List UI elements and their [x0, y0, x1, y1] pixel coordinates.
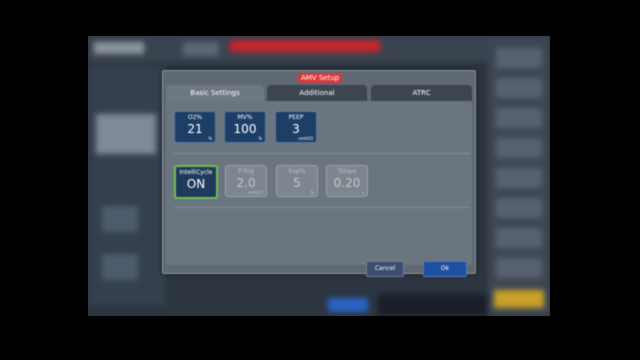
background-right-button	[496, 198, 542, 218]
mv-value: 100	[233, 122, 257, 136]
exp-percent-button[interactable]: Exp% 5 %	[276, 165, 318, 197]
o2-value: 21	[187, 122, 203, 136]
peep-button[interactable]: PEEP 3 cmH2O	[275, 111, 317, 143]
tab-basic-settings[interactable]: Basic Settings	[166, 85, 264, 101]
tslope-button[interactable]: Tslope 0.20 s	[326, 165, 368, 197]
p-trig-value: 2.0	[236, 176, 256, 190]
background-right-button	[496, 138, 542, 158]
background-logo	[94, 42, 144, 54]
cancel-button[interactable]: Cancel	[366, 261, 404, 277]
tslope-unit: s	[361, 190, 364, 195]
background-right-button	[496, 228, 542, 248]
background-right-panel	[488, 36, 550, 316]
peep-label: PEEP	[288, 114, 304, 121]
tslope-label: Tslope	[337, 168, 357, 175]
tslope-value: 0.20	[333, 176, 361, 190]
p-trig-button[interactable]: P-Trig 2.0 cmH2O	[225, 165, 267, 197]
background-yellow-button	[494, 290, 544, 308]
section-divider	[174, 207, 470, 208]
mv-unit: %	[258, 136, 262, 141]
dialog-title: AMV Setup	[298, 73, 343, 83]
background-right-button	[496, 258, 542, 278]
background-left-button	[102, 254, 138, 280]
background-right-button	[496, 168, 542, 188]
ok-button[interactable]: Ok	[423, 261, 467, 277]
background-waveform	[96, 114, 156, 154]
intellicycle-value: ON	[186, 177, 206, 191]
exp-label: Exp%	[288, 168, 306, 175]
section-divider	[174, 153, 470, 154]
p-trig-unit: cmH2O	[248, 190, 263, 195]
background-left-button	[102, 206, 138, 232]
amv-setup-dialog: AMV Setup Basic Settings Additional ATRC…	[162, 70, 476, 277]
tab-atrc[interactable]: ATRC	[371, 85, 472, 101]
mv-percent-button[interactable]: MV% 100 %	[224, 111, 266, 143]
peep-unit: cmH2O	[298, 136, 313, 141]
background-mode-button	[183, 42, 219, 56]
intellicycle-button[interactable]: IntelliCycle ON	[174, 165, 218, 199]
tab-additional[interactable]: Additional	[267, 85, 367, 101]
exp-value: 5	[293, 176, 301, 190]
o2-percent-button[interactable]: O2% 21 %	[174, 111, 216, 143]
basic-settings-panel: O2% 21 % MV% 100 % PEEP 3 cmH2O IntelliC…	[166, 101, 472, 265]
exp-unit: %	[310, 190, 314, 195]
p-trig-label: P-Trig	[238, 168, 254, 175]
background-right-button	[496, 78, 542, 98]
background-right-button	[496, 108, 542, 128]
intellicycle-label: IntelliCycle	[179, 169, 213, 176]
background-left-panel	[88, 66, 166, 306]
background-bottom-panel	[378, 294, 488, 316]
mv-label: MV%	[237, 114, 253, 121]
background-alarm-bar	[230, 40, 380, 52]
o2-unit: %	[208, 136, 212, 141]
o2-label: O2%	[187, 114, 203, 121]
peep-value: 3	[292, 122, 300, 136]
background-bottom-button	[328, 298, 368, 312]
background-right-button	[496, 48, 542, 68]
